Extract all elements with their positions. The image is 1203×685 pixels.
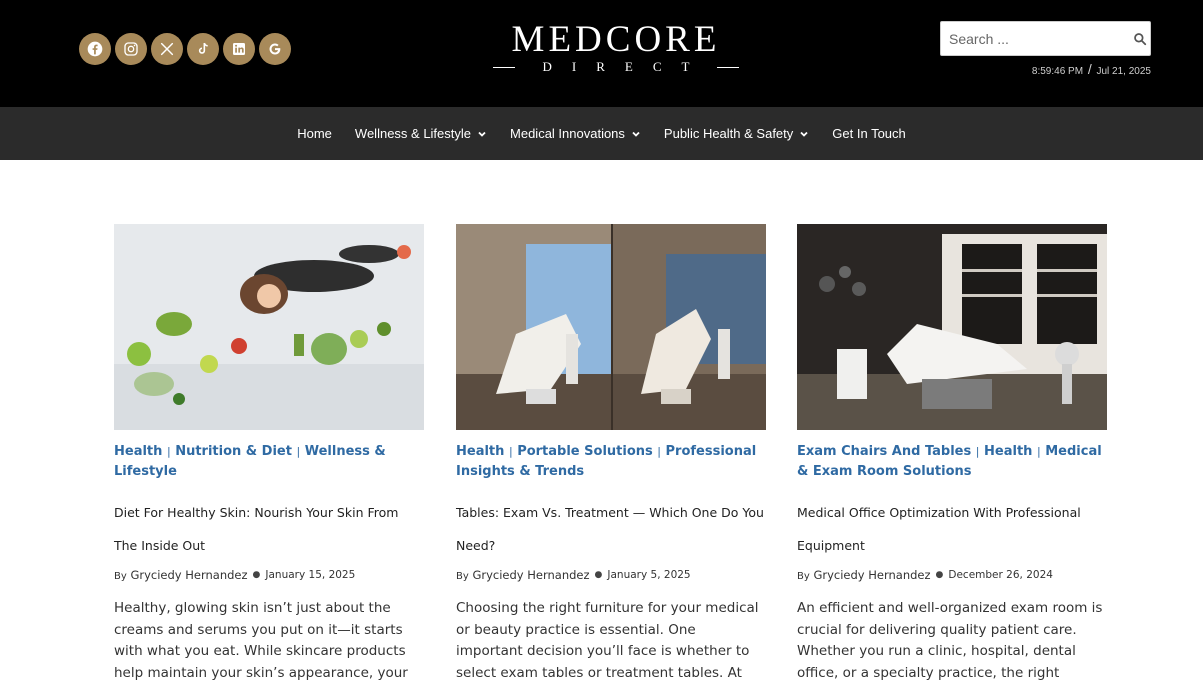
post-title[interactable]: Tables: Exam Vs. Treatment — Which One D…: [456, 496, 766, 562]
site-logo[interactable]: MEDCORE DIRECT: [493, 19, 740, 78]
post-categories: Exam Chairs And Tables | Health | Medica…: [797, 444, 1102, 479]
post-card: Exam Chairs And Tables | Health | Medica…: [797, 224, 1107, 685]
site-header: MEDCORE DIRECT 8:59:46 PM / Jul 21, 2025: [0, 0, 1203, 107]
byline-prefix: By: [456, 571, 469, 582]
main-nav: Home Wellness & Lifestyle Medical Innova…: [0, 107, 1203, 160]
post-date: January 15, 2025: [265, 569, 356, 581]
instagram-icon: [124, 42, 138, 56]
linkedin-link[interactable]: [223, 33, 255, 65]
post-thumbnail[interactable]: [797, 224, 1107, 430]
google-icon: [269, 43, 281, 55]
post-author[interactable]: Gryciedy Hernandez: [813, 568, 930, 582]
post-categories: Health | Portable Solutions | Profession…: [456, 444, 757, 479]
tiktok-link[interactable]: [187, 33, 219, 65]
logo-wordmark: MEDCORE: [511, 19, 721, 60]
search-button[interactable]: [1130, 22, 1150, 55]
post-card: Health | Portable Solutions | Profession…: [456, 224, 766, 685]
post-excerpt: An efficient and well-organized exam roo…: [797, 600, 1103, 682]
logo-subtitle: DIRECT: [542, 59, 710, 74]
meta-separator: ●: [594, 570, 603, 580]
linkedin-icon: [233, 43, 245, 55]
nav-label: Medical Innovations: [510, 126, 625, 141]
post-meta: By Gryciedy Hernandez ● January 15, 2025: [114, 568, 424, 582]
current-date: Jul 21, 2025: [1096, 66, 1152, 77]
category-link[interactable]: Portable Solutions: [517, 444, 653, 459]
nav-label: Get In Touch: [832, 126, 906, 141]
x-link[interactable]: [151, 33, 183, 65]
search-box: [940, 21, 1151, 56]
nav-label: Wellness & Lifestyle: [354, 126, 472, 141]
post-meta: By Gryciedy Hernandez ● December 26, 202…: [797, 568, 1107, 582]
category-link[interactable]: Nutrition & Diet: [175, 444, 292, 459]
instagram-link[interactable]: [115, 33, 147, 65]
post-card: Health | Nutrition & Diet | Wellness & L…: [114, 224, 424, 685]
post-author[interactable]: Gryciedy Hernandez: [130, 568, 247, 582]
nav-label: Home: [297, 126, 332, 141]
tiktok-icon: [198, 42, 208, 54]
chevron-down-icon: [800, 131, 808, 137]
nav-wellness-lifestyle[interactable]: Wellness & Lifestyle: [343, 126, 498, 141]
nav-get-in-touch[interactable]: Get In Touch: [821, 126, 917, 141]
post-title[interactable]: Medical Office Optimization With Profess…: [797, 496, 1107, 562]
post-date: January 5, 2025: [607, 569, 691, 581]
category-link[interactable]: Exam Chairs And Tables: [797, 444, 971, 459]
post-date: December 26, 2024: [948, 569, 1053, 581]
current-time: 8:59:46 PM: [1031, 66, 1084, 77]
post-thumbnail[interactable]: [456, 224, 766, 430]
nav-public-health-safety[interactable]: Public Health & Safety: [652, 126, 820, 141]
meta-separator: ●: [252, 570, 261, 580]
nav-label: Public Health & Safety: [663, 126, 794, 141]
datetime-separator: /: [1087, 61, 1092, 77]
post-thumbnail[interactable]: [114, 224, 424, 430]
meta-separator: ●: [935, 570, 944, 580]
search-icon: [1134, 32, 1147, 45]
post-categories: Health | Nutrition & Diet | Wellness & L…: [114, 444, 386, 479]
post-meta: By Gryciedy Hernandez ● January 5, 2025: [456, 568, 766, 582]
logo-rule-left: [493, 66, 515, 68]
nav-home[interactable]: Home: [286, 126, 344, 141]
post-title[interactable]: Diet For Healthy Skin: Nourish Your Skin…: [114, 496, 424, 562]
search-input[interactable]: [941, 22, 1130, 55]
social-links: [79, 33, 291, 65]
category-link[interactable]: Health: [984, 444, 1032, 459]
facebook-link[interactable]: [79, 33, 111, 65]
current-datetime: 8:59:46 PM / Jul 21, 2025: [1032, 61, 1151, 77]
x-icon: [160, 42, 174, 56]
byline-prefix: By: [797, 571, 810, 582]
logo-rule-right: [717, 66, 740, 68]
chevron-down-icon: [478, 131, 486, 137]
post-excerpt: Choosing the right furniture for your me…: [456, 600, 759, 682]
post-excerpt: Healthy, glowing skin isn’t just about t…: [114, 600, 408, 682]
category-link[interactable]: Health: [114, 444, 162, 459]
google-link[interactable]: [259, 33, 291, 65]
nav-medical-innovations[interactable]: Medical Innovations: [499, 126, 653, 141]
facebook-icon: [87, 41, 103, 57]
post-author[interactable]: Gryciedy Hernandez: [472, 568, 589, 582]
byline-prefix: By: [114, 571, 127, 582]
category-link[interactable]: Health: [456, 444, 504, 459]
chevron-down-icon: [632, 131, 640, 137]
